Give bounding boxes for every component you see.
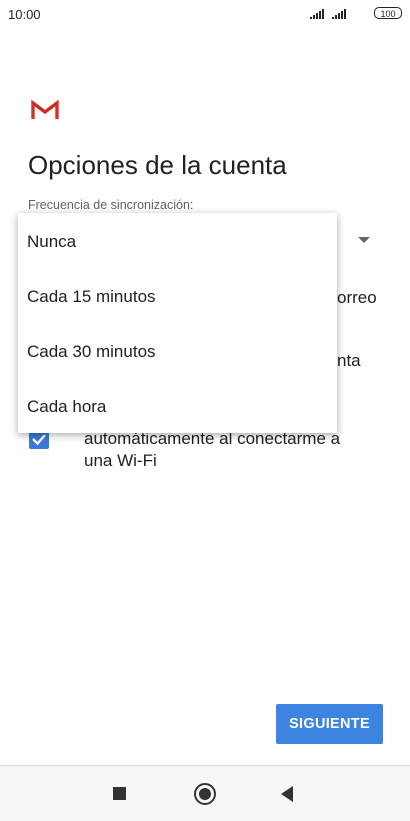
home-icon[interactable] <box>194 783 216 805</box>
notify-option-text: orreo <box>337 288 377 307</box>
sync-option-text: nta <box>337 351 361 370</box>
back-icon[interactable] <box>281 786 293 802</box>
wifi-download-label: automáticamente al conectarme a una Wi-F… <box>84 428 340 472</box>
sync-frequency-menu: Nunca Cada 15 minutos Cada 30 minutos Ca… <box>18 213 337 433</box>
battery-icon: 100 <box>374 7 402 19</box>
recent-apps-icon[interactable] <box>113 787 126 800</box>
home-icon-inner <box>199 788 211 800</box>
page-title: Opciones de la cuenta <box>28 150 287 180</box>
chevron-down-icon[interactable] <box>358 237 370 243</box>
next-button[interactable]: SIGUIENTE <box>276 704 383 744</box>
menu-item-hourly[interactable]: Cada hora <box>18 379 337 434</box>
wifi-label-line-2: una Wi-Fi <box>84 451 157 470</box>
gmail-logo-icon <box>31 100 59 119</box>
status-time: 10:00 <box>8 7 41 22</box>
signal-icon-2 <box>332 9 346 19</box>
signal-icon <box>310 9 324 19</box>
menu-item-never[interactable]: Nunca <box>18 214 337 269</box>
sync-frequency-label: Frecuencia de sincronización: <box>28 198 194 212</box>
menu-item-15-minutes[interactable]: Cada 15 minutos <box>18 269 337 324</box>
navigation-bar <box>0 765 410 821</box>
status-bar: 10:00 100 <box>0 0 410 30</box>
battery-level: 100 <box>380 9 396 19</box>
menu-item-30-minutes[interactable]: Cada 30 minutos <box>18 324 337 379</box>
